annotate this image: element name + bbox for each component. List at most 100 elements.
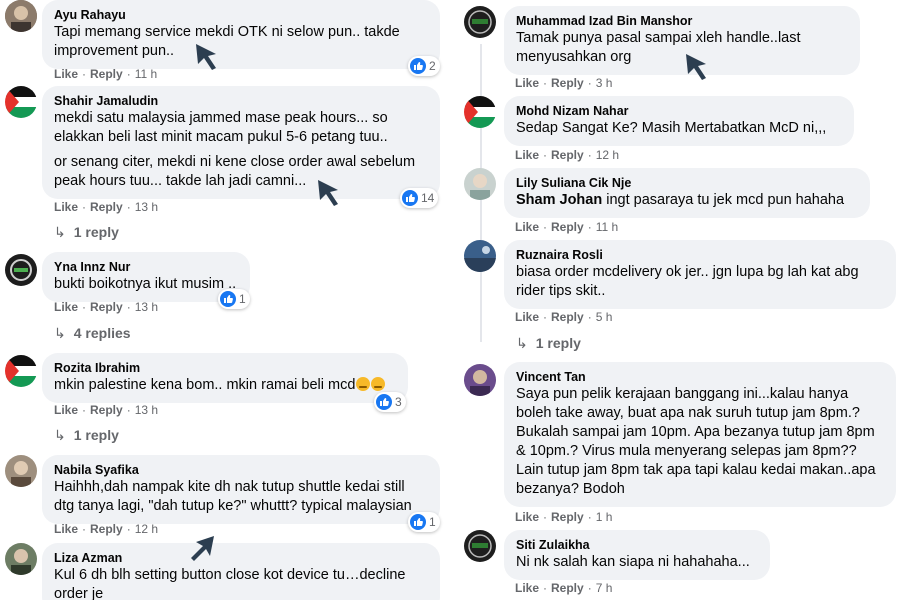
timestamp[interactable]: 7 h — [596, 581, 613, 595]
reply-button[interactable]: Reply — [90, 300, 123, 314]
reply-button[interactable]: Reply — [90, 67, 123, 81]
view-replies-link[interactable]: ↳ 1 reply — [54, 426, 119, 444]
like-button[interactable]: Like — [515, 581, 539, 595]
reaction-count[interactable]: 14 — [400, 188, 439, 208]
comment-author[interactable]: Muhammad Izad Bin Manshor — [516, 13, 848, 29]
comment-author[interactable]: Ruznaira Rosli — [516, 247, 884, 263]
comment-text: or senang citer, mekdi ni kene close ord… — [54, 154, 416, 189]
mention-link[interactable]: Sham Johan — [516, 192, 602, 208]
comment-author[interactable]: Rozita Ibrahim — [54, 360, 396, 376]
timestamp[interactable]: 11 h — [596, 220, 618, 234]
reply-button[interactable]: Reply — [551, 581, 584, 595]
comment-text: biasa order mcdelivery ok jer.. jgn lupa… — [516, 264, 859, 299]
like-button[interactable]: Like — [515, 220, 539, 234]
reaction-count[interactable]: 1 — [218, 289, 250, 309]
like-button[interactable]: Like — [515, 310, 539, 324]
like-button[interactable]: Like — [515, 148, 539, 162]
cursor-arrow-icon — [191, 536, 214, 561]
timestamp[interactable]: 11 h — [135, 67, 157, 81]
comment-text: Kul 6 dh blh setting button close kot de… — [54, 567, 406, 600]
comment-actions: Like · Reply · 7 h — [515, 581, 613, 595]
comment-author[interactable]: Ayu Rahayu — [54, 7, 428, 23]
avatar-photo-icon[interactable] — [5, 543, 37, 575]
comment-bubble: Ruznaira Rosli biasa order mcdelivery ok… — [504, 240, 896, 309]
comment-actions: Like · Reply · 11 h — [515, 220, 619, 234]
palestine-flag-icon[interactable] — [5, 86, 37, 118]
replies-label: 1 reply — [73, 427, 119, 443]
timestamp[interactable]: 13 h — [135, 200, 158, 214]
like-button[interactable]: Like — [515, 76, 539, 90]
comment-text: Sham Johan ingt pasaraya tu jek mcd pun … — [516, 192, 845, 208]
comment-bubble: Muhammad Izad Bin Manshor Tamak punya pa… — [504, 6, 860, 75]
reaction-count[interactable]: 1 — [408, 512, 440, 532]
reply-button[interactable]: Reply — [551, 310, 584, 324]
cursor-arrow-icon — [318, 180, 338, 206]
avatar-photo-icon[interactable] — [5, 254, 37, 286]
comment-author[interactable]: Siti Zulaikha — [516, 537, 758, 553]
like-icon — [220, 291, 236, 307]
replies-label: 1 reply — [535, 335, 581, 351]
comment-author[interactable]: Liza Azman — [54, 550, 428, 566]
comment-actions: Like · Reply · 13 h — [54, 300, 159, 314]
avatar-photo-icon[interactable] — [464, 240, 496, 272]
timestamp[interactable]: 5 h — [596, 310, 613, 324]
avatar-photo-icon[interactable] — [464, 6, 496, 38]
reaction-count[interactable]: 3 — [374, 392, 406, 412]
comment-actions: Like · Reply · 13 h — [54, 403, 159, 417]
comment-text: mekdi satu malaysia jammed mase peak hou… — [54, 110, 388, 145]
comment-bubble: Ayu Rahayu Tapi memang service mekdi OTK… — [42, 0, 440, 69]
reply-arrow-icon: ↳ — [54, 224, 66, 240]
comment-author[interactable]: Yna Innz Nur — [54, 259, 238, 275]
comment-author[interactable]: Shahir Jamaludin — [54, 93, 428, 109]
avatar-photo-icon[interactable] — [464, 530, 496, 562]
view-replies-link[interactable]: ↳ 1 reply — [54, 223, 119, 241]
comments-column-left: Ayu Rahayu Tapi memang service mekdi OTK… — [0, 0, 450, 600]
like-icon — [376, 394, 392, 410]
pensive-emoji-icon — [371, 377, 386, 391]
avatar-photo-icon[interactable] — [5, 455, 37, 487]
like-button[interactable]: Like — [54, 522, 78, 536]
comment-author[interactable]: Mohd Nizam Nahar — [516, 103, 842, 119]
palestine-flag-icon[interactable] — [464, 96, 496, 128]
reply-button[interactable]: Reply — [551, 220, 584, 234]
like-button[interactable]: Like — [54, 300, 78, 314]
reply-button[interactable]: Reply — [551, 148, 584, 162]
comment-author[interactable]: Nabila Syafika — [54, 462, 428, 478]
timestamp[interactable]: 12 h — [135, 522, 158, 536]
pensive-emoji-icon — [356, 377, 371, 391]
palestine-flag-icon[interactable] — [5, 355, 37, 387]
like-button[interactable]: Like — [54, 67, 78, 81]
reaction-number: 3 — [395, 395, 402, 409]
comment-bubble: Shahir Jamaludin mekdi satu malaysia jam… — [42, 86, 440, 199]
comment-text: Tapi memang service mekdi OTK ni selow p… — [54, 24, 400, 59]
like-button[interactable]: Like — [54, 403, 78, 417]
avatar-photo-icon[interactable] — [5, 0, 37, 32]
like-button[interactable]: Like — [515, 510, 539, 524]
comment-actions: Like · Reply · 12 h — [515, 148, 620, 162]
timestamp[interactable]: 13 h — [135, 300, 158, 314]
timestamp[interactable]: 3 h — [596, 76, 613, 90]
reply-button[interactable]: Reply — [90, 403, 123, 417]
comment-author[interactable]: Lily Suliana Cik Nje — [516, 175, 858, 191]
view-replies-link[interactable]: ↳ 4 replies — [54, 324, 131, 342]
avatar-photo-icon[interactable] — [464, 364, 496, 396]
like-button[interactable]: Like — [54, 200, 78, 214]
comment-bubble: Rozita Ibrahim mkin palestine kena bom..… — [42, 353, 408, 403]
timestamp[interactable]: 1 h — [596, 510, 613, 524]
reply-button[interactable]: Reply — [551, 76, 584, 90]
reply-button[interactable]: Reply — [90, 522, 123, 536]
timestamp[interactable]: 12 h — [596, 148, 619, 162]
comment-bubble: Lily Suliana Cik Nje Sham Johan ingt pas… — [504, 168, 870, 218]
reply-button[interactable]: Reply — [551, 510, 584, 524]
comment-actions: Like · Reply · 13 h — [54, 200, 159, 214]
reply-button[interactable]: Reply — [90, 200, 123, 214]
avatar-photo-icon[interactable] — [464, 168, 496, 200]
comment-actions: Like · Reply · 1 h — [515, 510, 613, 524]
comment-author[interactable]: Vincent Tan — [516, 369, 884, 385]
comments-column-right: Muhammad Izad Bin Manshor Tamak punya pa… — [458, 0, 900, 600]
view-replies-link[interactable]: ↳ 1 reply — [516, 334, 581, 352]
comment-text: Haihhh,dah nampak kite dh nak tutup shut… — [54, 479, 412, 514]
timestamp[interactable]: 13 h — [135, 403, 158, 417]
reaction-count[interactable]: 2 — [408, 56, 440, 76]
comment-bubble: Mohd Nizam Nahar Sedap Sangat Ke? Masih … — [504, 96, 854, 146]
